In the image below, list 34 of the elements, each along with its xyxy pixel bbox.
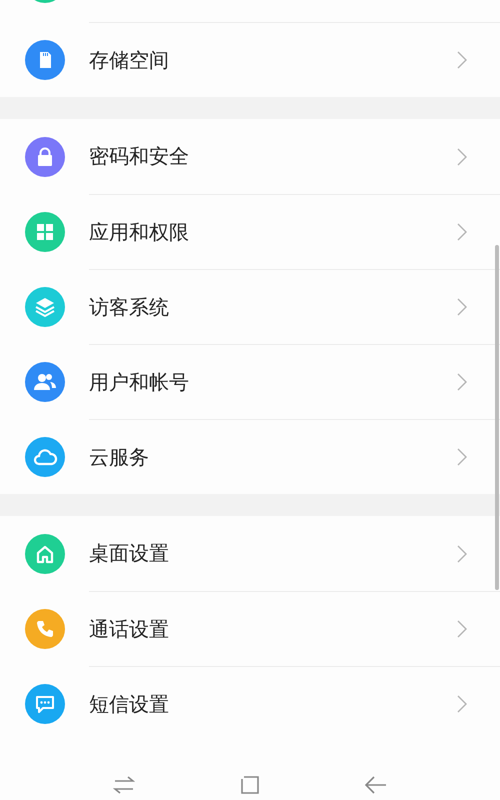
chevron-icon bbox=[457, 448, 467, 466]
chevron-icon bbox=[457, 373, 467, 391]
chevron-icon bbox=[457, 148, 467, 166]
chevron-icon bbox=[457, 298, 467, 316]
item-label: 访客系统 bbox=[89, 294, 169, 320]
lock-icon bbox=[25, 136, 65, 176]
settings-item[interactable]: 应用和权限 bbox=[0, 194, 500, 269]
item-label: 存储空间 bbox=[89, 46, 169, 74]
people-icon bbox=[25, 362, 65, 402]
chevron-icon bbox=[457, 51, 467, 69]
item-label: 桌面设置 bbox=[89, 540, 169, 567]
item-label: 密码和安全 bbox=[89, 143, 189, 170]
sd-card-icon bbox=[25, 40, 65, 80]
back-icon[interactable] bbox=[365, 775, 388, 795]
cloud-icon bbox=[25, 436, 65, 476]
settings-item[interactable]: 短信设置 bbox=[0, 666, 500, 741]
chevron-icon bbox=[457, 695, 467, 713]
item-label: 应用和权限 bbox=[89, 218, 189, 246]
chevron-icon bbox=[457, 223, 467, 241]
settings-item[interactable]: 密码和安全 bbox=[0, 119, 500, 194]
layers-icon bbox=[25, 286, 65, 326]
item-label: 通话设置 bbox=[89, 616, 169, 642]
settings-item[interactable]: 通话设置 bbox=[0, 591, 500, 666]
settings-item[interactable]: 桌面设置 bbox=[0, 516, 500, 591]
switch-icon[interactable] bbox=[112, 775, 135, 795]
chevron-icon bbox=[457, 544, 467, 562]
item-label: 云服务 bbox=[89, 444, 149, 470]
phone-icon bbox=[25, 608, 65, 648]
chat-icon bbox=[25, 684, 65, 724]
home-icon bbox=[25, 534, 65, 574]
item-label: 用户和帐号 bbox=[89, 368, 189, 396]
chevron-icon bbox=[457, 620, 467, 638]
item-label: 短信设置 bbox=[89, 690, 169, 718]
grid-icon bbox=[25, 212, 65, 252]
